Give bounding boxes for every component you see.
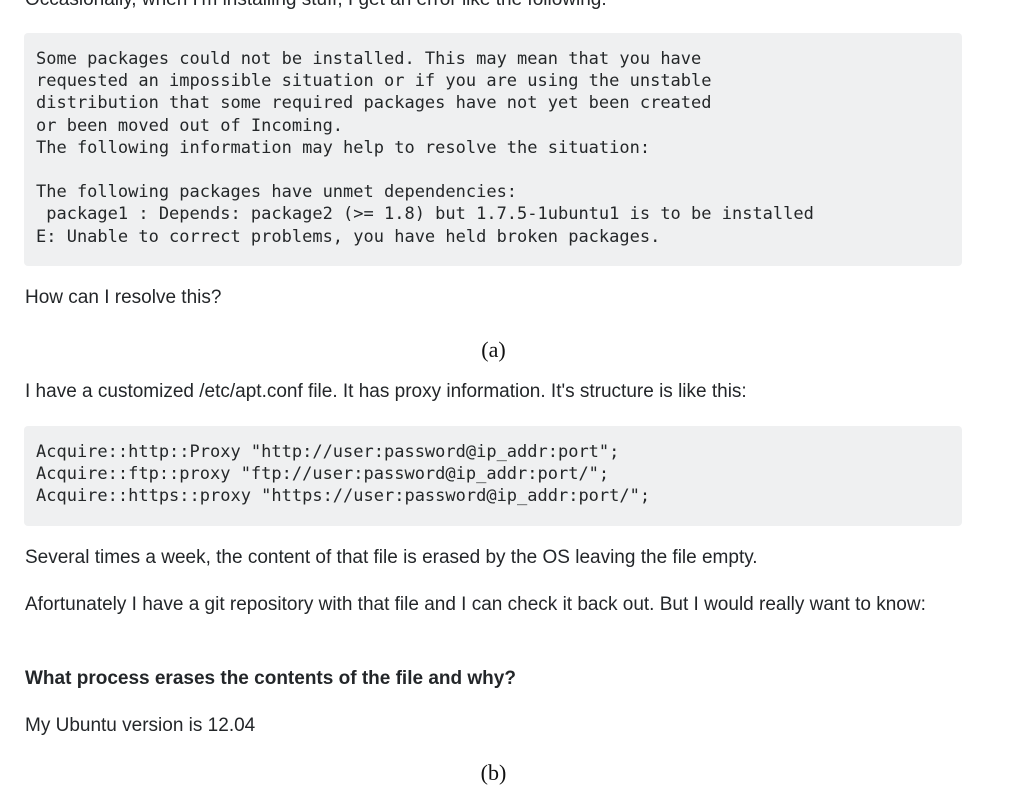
question-b-paragraph-1: Several times a week, the content of tha… xyxy=(25,547,758,568)
question-b-version: My Ubuntu version is 12.04 xyxy=(25,715,256,736)
question-b-bold-question: What process erases the contents of the … xyxy=(25,668,516,689)
apt-conf-code-block: Acquire::http::Proxy "http://user:passwo… xyxy=(24,426,962,526)
question-a-text: How can I resolve this? xyxy=(25,287,222,308)
apt-conf-code-text: Acquire::http::Proxy "http://user:passwo… xyxy=(36,442,651,507)
question-b-intro: I have a customized /etc/apt.conf file. … xyxy=(25,381,747,402)
question-b-paragraph-2: Afortunately I have a git repository wit… xyxy=(25,594,926,615)
question-a-intro: Occasionally, when I'm installing stuff,… xyxy=(25,0,607,12)
caption-b: (b) xyxy=(480,760,507,785)
caption-a: (a) xyxy=(481,337,506,362)
error-code-text: Some packages could not be installed. Th… xyxy=(36,49,814,247)
error-code-block: Some packages could not be installed. Th… xyxy=(24,33,962,266)
